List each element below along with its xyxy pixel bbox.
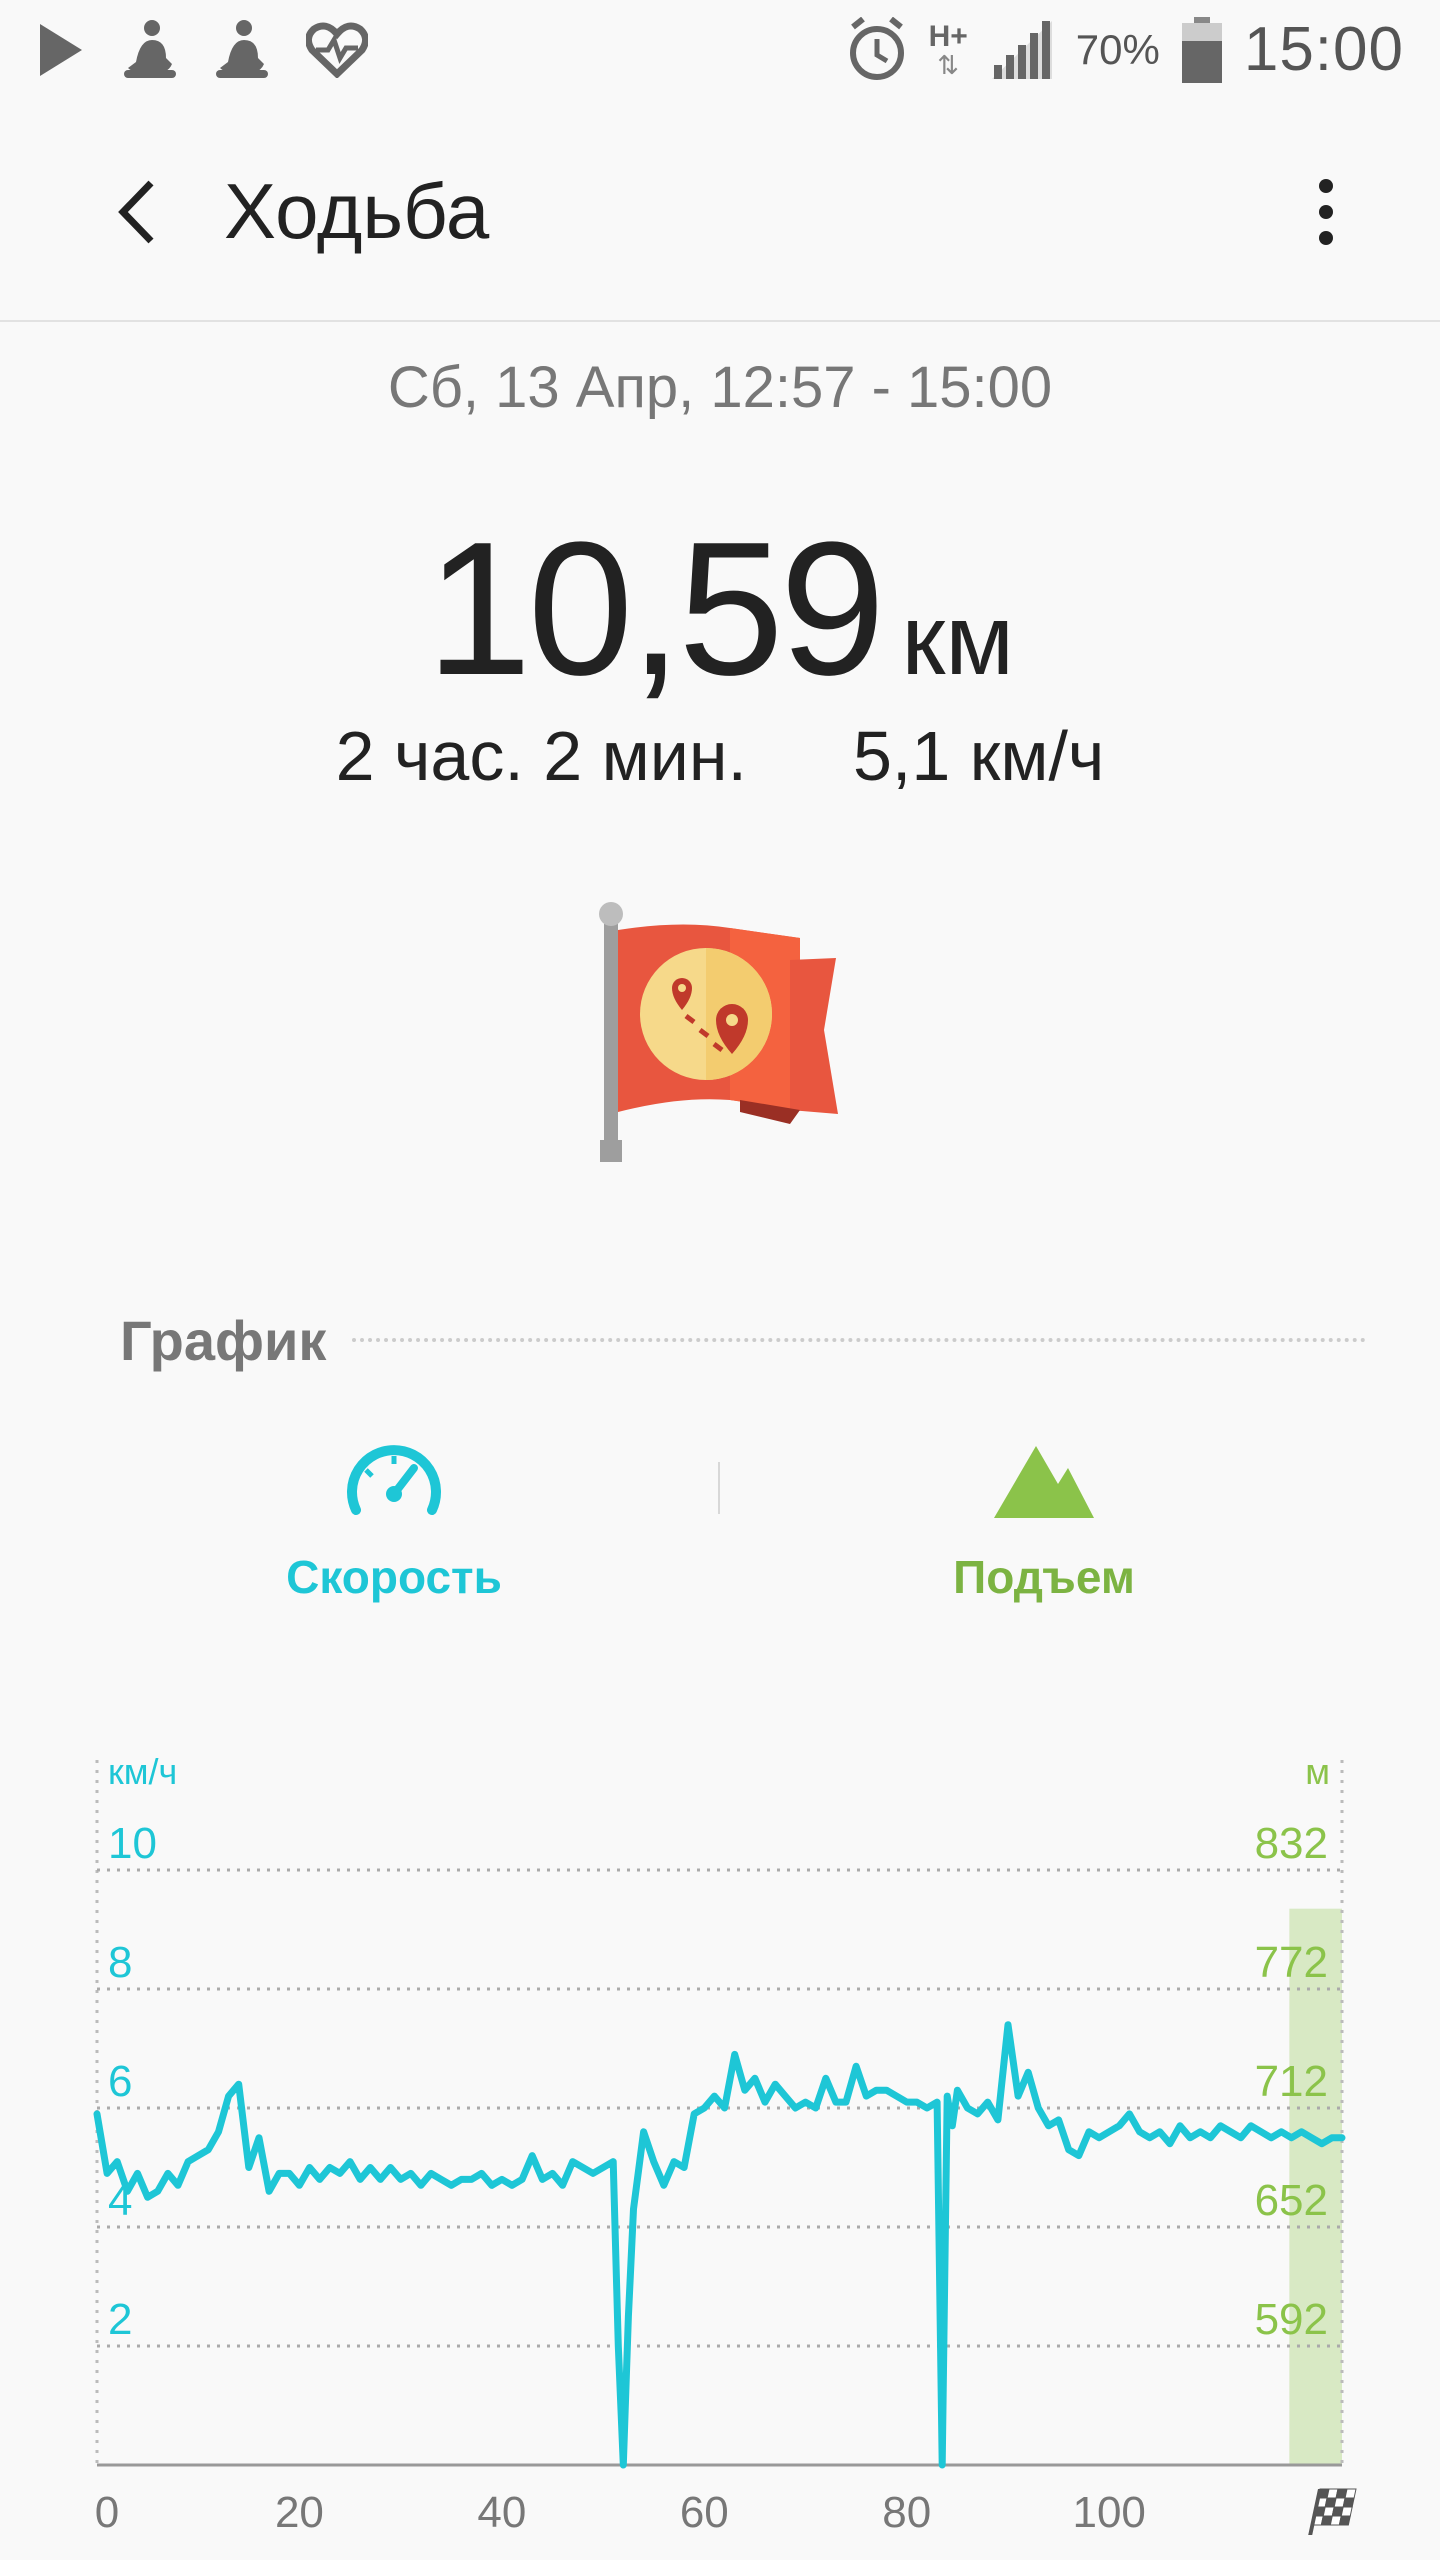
checkered-flag-icon <box>1308 2488 1357 2535</box>
distance-value: 10,59 <box>426 503 885 715</box>
x-tick-label: 0 <box>95 2488 119 2537</box>
app-bar: Ходьба <box>0 104 1440 322</box>
map-flag-icon <box>599 902 838 1162</box>
date-range: Сб, 13 Апр, 12:57 - 15:00 <box>387 355 1053 420</box>
right-axis-unit: м <box>1305 1751 1330 1792</box>
section-title: График <box>120 1308 327 1372</box>
x-tick-label: 80 <box>882 2488 931 2537</box>
left-tick-label: 6 <box>108 2057 132 2106</box>
average-speed: 5,1 км/ч <box>852 717 1105 795</box>
x-tick-label: 60 <box>680 2488 729 2537</box>
tab-speed[interactable]: Скорость <box>244 1440 544 1630</box>
distance-unit: км <box>901 584 1014 696</box>
yoga-icon <box>216 20 268 78</box>
clock: 15:00 <box>1243 15 1404 84</box>
chevron-left-icon <box>118 180 154 244</box>
play-store-icon <box>40 24 82 76</box>
page-title: Ходьба <box>224 167 490 255</box>
right-tick-label: 652 <box>1255 2176 1328 2225</box>
mountain-icon <box>994 1446 1094 1518</box>
left-axis-unit: км/ч <box>108 1751 177 1792</box>
right-tick-label: 712 <box>1255 2057 1328 2106</box>
yoga-icon <box>124 20 176 78</box>
battery-percent: 70% <box>1075 25 1160 73</box>
right-tick-label: 772 <box>1255 1938 1328 1987</box>
distance-summary: 10,59 км <box>0 500 1440 718</box>
duration: 2 час. 2 мин. <box>335 717 747 795</box>
tab-speed-label: Скорость <box>286 1551 502 1603</box>
right-tick-label: 592 <box>1255 2295 1328 2344</box>
system-status: H+ ⇅ 70% 15:00 <box>847 14 1404 85</box>
notification-icons <box>36 18 368 82</box>
left-tick-label: 2 <box>108 2295 132 2344</box>
tab-separator <box>718 1462 720 1514</box>
battery-icon <box>1181 16 1222 83</box>
more-options-button[interactable] <box>1286 162 1366 262</box>
heart-icon <box>306 22 368 78</box>
alarm-icon <box>849 16 904 80</box>
speed-series-line <box>93 2021 1346 2469</box>
right-tick-label: 832 <box>1255 1819 1328 1868</box>
section-divider <box>352 1338 1366 1342</box>
x-tick-label: 20 <box>275 2488 324 2537</box>
speed-chart: 10 8328 7726 7124 6522 592км/ч м0 20 40 60 80 100 <box>93 1751 1357 2537</box>
back-button[interactable] <box>88 162 188 262</box>
x-tick-label: 40 <box>477 2488 526 2537</box>
speedometer-icon <box>347 1445 441 1515</box>
network-type: H+ ⇅ <box>928 19 968 80</box>
left-tick-label: 8 <box>108 1938 132 1987</box>
more-vert-icon <box>1319 179 1333 193</box>
tab-elevation-label: Подъем <box>953 1551 1135 1603</box>
left-tick-label: 10 <box>108 1819 157 1868</box>
x-tick-label: 100 <box>1072 2488 1145 2537</box>
section-header: График <box>120 1300 1366 1380</box>
metrics-row: 2 час. 2 мин. 5,1 км/ч <box>0 716 1440 796</box>
status-bar: H+ ⇅ 70% 15:00 <box>0 0 1440 104</box>
signal-icon <box>991 20 1052 79</box>
tab-elevation[interactable]: Подъем <box>894 1440 1194 1630</box>
